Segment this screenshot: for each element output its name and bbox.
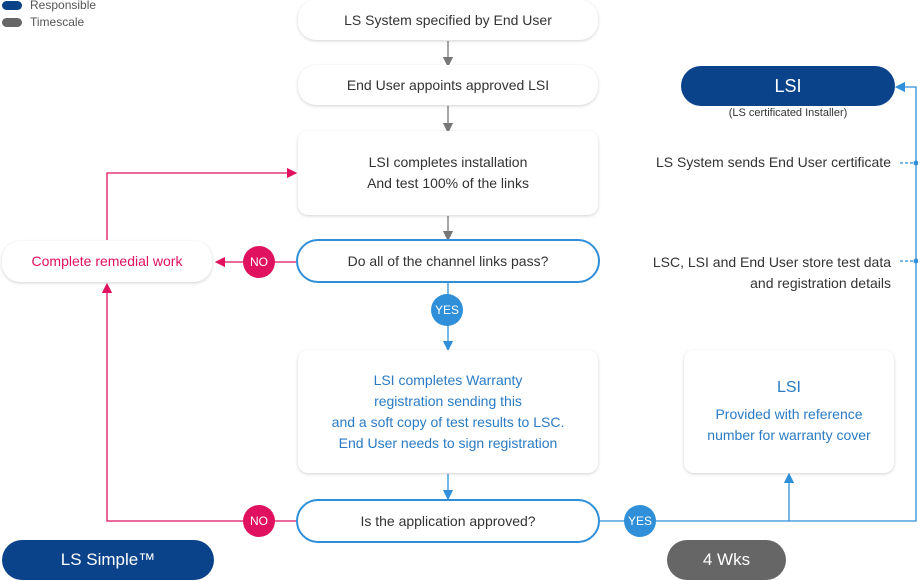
- badge-label: YES: [434, 303, 459, 317]
- step-label: LS System specified by End User: [344, 11, 552, 28]
- decision-label: Do all of the channel links pass?: [347, 253, 549, 269]
- no-badge-links: NO: [243, 246, 275, 278]
- step-label-line: LSI completes Warranty: [373, 371, 523, 388]
- step-label-line: End User needs to sign registration: [338, 434, 558, 451]
- step-label: End User appoints approved LSI: [346, 76, 550, 93]
- step-remedial-work: Complete remedial work: [2, 241, 212, 282]
- note-store-data: LSC, LSI and End User store test data an…: [600, 252, 891, 294]
- step-label: Complete remedial work: [31, 253, 183, 269]
- card-line: number for warranty cover: [707, 427, 871, 443]
- note-line: and registration details: [750, 275, 891, 291]
- badge-label: NO: [250, 255, 268, 269]
- badge-label: YES: [627, 514, 652, 528]
- decision-application-approved: Is the application approved?: [296, 499, 600, 543]
- card-line: Provided with reference: [715, 406, 863, 422]
- step-label-line: And test 100% of the links: [367, 175, 529, 191]
- no-badge-approved: NO: [243, 505, 275, 537]
- step-specified: LS System specified by End User: [298, 0, 598, 40]
- step-installation: LSI completes installation And test 100%…: [298, 131, 598, 215]
- step-label-line: and a soft copy of test results to LSC.: [331, 413, 565, 430]
- ls-simple-responsible-pill: LS Simple™: [2, 540, 214, 580]
- step-label-line: LSI completes installation: [368, 154, 528, 170]
- lsi-responsible-pill: LSI: [681, 66, 895, 106]
- lsi-subtitle: (LS certificated Installer): [728, 107, 848, 119]
- pill-label: 4 Wks: [702, 550, 751, 569]
- note-line: LSC, LSI and End User store test data: [652, 254, 891, 270]
- note-certificate: LS System sends End User certificate: [656, 154, 891, 170]
- dot-note1: [913, 160, 918, 166]
- step-warranty-registration: LSI completes Warranty registration send…: [298, 350, 598, 473]
- pill-label: LS Simple™: [60, 550, 156, 569]
- pill-label: LSI: [774, 75, 802, 96]
- decision-links-pass: Do all of the channel links pass?: [296, 239, 600, 283]
- decision-label: Is the application approved?: [360, 513, 536, 529]
- card-title: LSI: [776, 379, 801, 396]
- step-label-line: registration sending this: [374, 392, 522, 409]
- arrow-remedial-step3: [106, 167, 298, 240]
- arrow-no2-remedial: [101, 282, 296, 522]
- timescale-pill: 4 Wks: [667, 540, 786, 580]
- yes-badge-approved: YES: [624, 505, 656, 537]
- yes-badge-links: YES: [431, 294, 463, 326]
- dot-note2: [913, 258, 918, 264]
- step-appoint: End User appoints approved LSI: [298, 65, 598, 105]
- badge-label: NO: [250, 514, 268, 528]
- card-lsi-reference: LSI Provided with reference number for w…: [684, 350, 894, 473]
